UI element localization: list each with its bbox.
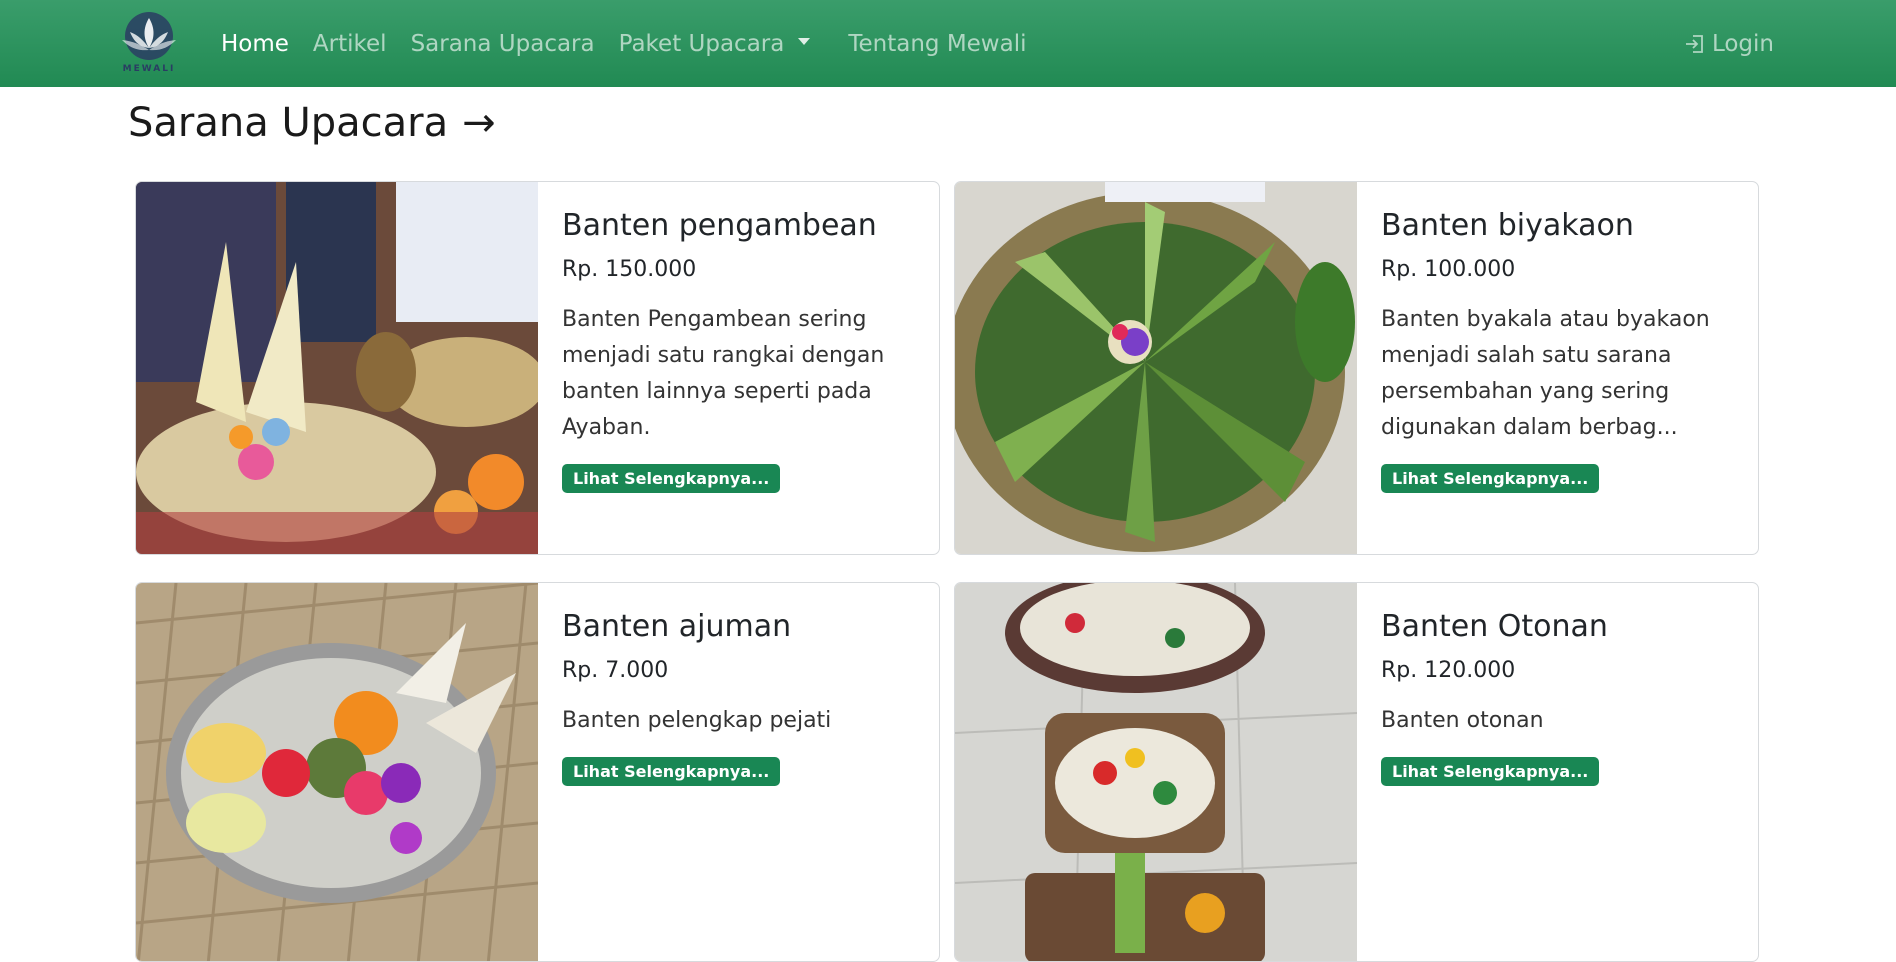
product-image[interactable] (136, 583, 538, 961)
view-details-button[interactable]: Lihat Selengkapnya... (1381, 757, 1600, 786)
brand-text: MEWALI (122, 64, 176, 74)
nav-paket-upacara-dropdown[interactable]: Paket Upacara (619, 31, 811, 57)
view-details-button[interactable]: Lihat Selengkapnya... (1381, 464, 1600, 493)
product-card: Banten Otonan Rp. 120.000 Banten otonan … (954, 582, 1759, 962)
product-image[interactable] (136, 182, 538, 554)
card-body: Banten pengambean Rp. 150.000 Banten Pen… (562, 182, 919, 493)
view-details-button[interactable]: Lihat Selengkapnya... (562, 757, 781, 786)
nav-home[interactable]: Home (221, 31, 289, 57)
offering-photo-icon (955, 182, 1357, 554)
card-price: Rp. 100.000 (1381, 257, 1516, 282)
card-description: Banten byakala atau byakaon menjadi sala… (1381, 307, 1710, 440)
lotus-logo-icon (122, 12, 176, 60)
nav-artikel[interactable]: Artikel (313, 31, 387, 57)
card-price: Rp. 7.000 (562, 658, 669, 683)
product-image[interactable] (955, 583, 1357, 961)
login-label: Login (1711, 30, 1774, 57)
card-description: Banten pelengkap pejati (562, 708, 832, 733)
card-body: Banten Otonan Rp. 120.000 Banten otonan … (1381, 583, 1738, 786)
card-description: Banten otonan (1381, 708, 1544, 733)
card-body: Banten biyakaon Rp. 100.000 Banten byaka… (1381, 182, 1738, 493)
login-link[interactable]: Login (1684, 0, 1774, 87)
arrow-right-icon: → (462, 100, 496, 146)
offering-photo-icon (136, 182, 538, 554)
login-icon (1685, 34, 1703, 53)
offering-photo-icon (136, 583, 538, 961)
product-image[interactable] (955, 182, 1357, 554)
card-title: Banten pengambean (562, 208, 877, 243)
card-title: Banten biyakaon (1381, 208, 1634, 243)
caret-down-icon (798, 37, 811, 45)
product-card: Banten ajuman Rp. 7.000 Banten pelengkap… (135, 582, 940, 962)
section-title[interactable]: Sarana Upacara → (128, 100, 496, 146)
view-details-button[interactable]: Lihat Selengkapnya... (562, 464, 781, 493)
brand-logo[interactable]: MEWALI (110, 10, 188, 76)
nav-sarana-upacara[interactable]: Sarana Upacara (411, 31, 595, 57)
offering-photo-icon (955, 583, 1357, 961)
nav-tentang-mewali[interactable]: Tentang Mewali (848, 31, 1026, 57)
card-price: Rp. 120.000 (1381, 658, 1516, 683)
card-price: Rp. 150.000 (562, 257, 697, 282)
nav-links: Home Artikel Sarana Upacara Paket Upacar… (221, 0, 1051, 87)
nav-paket-upacara-label: Paket Upacara (618, 30, 785, 57)
card-title: Banten ajuman (562, 609, 792, 644)
card-description: Banten Pengambean sering menjadi satu ra… (562, 307, 885, 440)
product-card: Banten pengambean Rp. 150.000 Banten Pen… (135, 181, 940, 555)
section-title-text: Sarana Upacara (128, 100, 449, 146)
navbar: MEWALI Home Artikel Sarana Upacara Paket… (0, 0, 1896, 87)
product-card: Banten biyakaon Rp. 100.000 Banten byaka… (954, 181, 1759, 555)
card-body: Banten ajuman Rp. 7.000 Banten pelengkap… (562, 583, 919, 786)
card-title: Banten Otonan (1381, 609, 1608, 644)
